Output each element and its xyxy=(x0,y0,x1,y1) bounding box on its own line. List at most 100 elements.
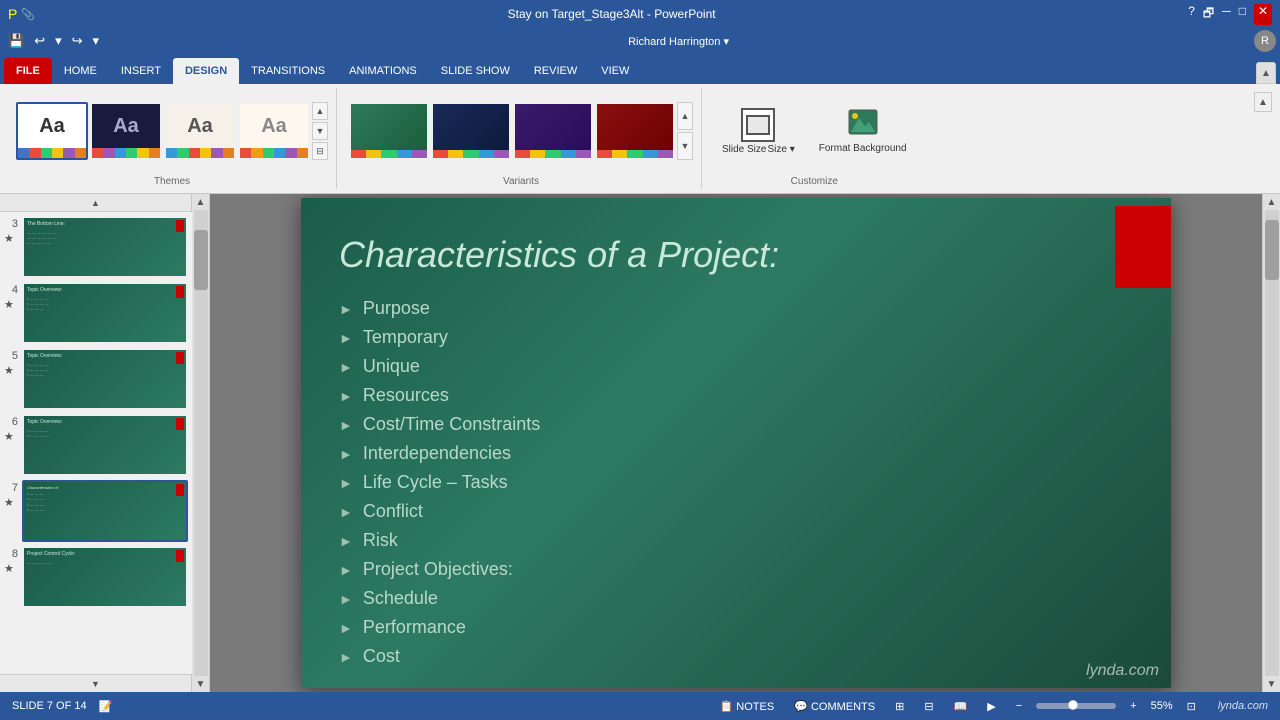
bullet-cost-time[interactable]: ► Cost/Time Constraints xyxy=(339,414,540,435)
close-button[interactable]: ✕ xyxy=(1254,4,1272,25)
tab-slideshow[interactable]: SLIDE SHOW xyxy=(429,58,522,84)
slide-thumb-5[interactable]: Topic Overview: • — — — — • — — — — • — … xyxy=(22,348,188,410)
right-scroll-up[interactable]: ▲ xyxy=(1264,194,1280,210)
bullet-unique[interactable]: ► Unique xyxy=(339,356,540,377)
theme-scroll-up[interactable]: ▲ xyxy=(312,102,328,120)
variant-4[interactable] xyxy=(595,102,675,160)
status-right: 📋 NOTES 💬 COMMENTS ⊞ ⊟ 📖 ▶ − + 55% ⊡ lyn… xyxy=(714,698,1268,715)
tab-file[interactable]: FILE xyxy=(4,58,52,84)
canvas-area: Characteristics of a Project: ► Purpose … xyxy=(210,194,1262,692)
slide-item-6[interactable]: 6 ★ Topic Overview: • — — — — • — — — — xyxy=(4,414,188,476)
lynda-status-logo: lynda.com xyxy=(1218,700,1268,712)
theme-scroll-down[interactable]: ▼ xyxy=(312,122,328,140)
scroll-thumb-right[interactable] xyxy=(1265,220,1279,280)
bullet-arrow-5: ► xyxy=(339,417,353,433)
tab-insert[interactable]: INSERT xyxy=(109,58,173,84)
theme-scroll-more[interactable]: ⊟ xyxy=(312,142,328,160)
scroll-up-arrow[interactable]: ▲ xyxy=(193,194,209,210)
zoom-slider[interactable] xyxy=(1036,703,1116,709)
bullet-purpose[interactable]: ► Purpose xyxy=(339,298,540,319)
canvas-scroll-left[interactable]: ▲ ▼ xyxy=(192,194,210,692)
slide-thumb-6[interactable]: Topic Overview: • — — — — • — — — — xyxy=(22,414,188,476)
scroll-track-right[interactable] xyxy=(1265,210,1279,676)
scroll-track-left[interactable] xyxy=(194,210,208,676)
scroll-thumb-left[interactable] xyxy=(194,230,208,290)
view-presentation-button[interactable]: ▶ xyxy=(981,698,1001,715)
bullet-project-objectives[interactable]: ► Project Objectives: xyxy=(339,559,540,580)
slide-thumb-7[interactable]: Characteristics of • — — — • — — — • — —… xyxy=(22,480,188,542)
scroll-down-arrow[interactable]: ▼ xyxy=(193,676,209,692)
slide-title[interactable]: Characteristics of a Project: xyxy=(339,234,779,276)
bullet-arrow-13: ► xyxy=(339,649,353,665)
slide-item-4[interactable]: 4 ★ Topic Overview: • — — — — • — — — — … xyxy=(4,282,188,344)
view-reading-button[interactable]: 📖 xyxy=(948,698,974,715)
bullet-arrow-1: ► xyxy=(339,301,353,317)
slide-canvas[interactable]: Characteristics of a Project: ► Purpose … xyxy=(301,198,1171,688)
tab-design[interactable]: DESIGN xyxy=(173,58,239,84)
slide-item-8[interactable]: 8 ★ Project Control Cycle: — — — — — xyxy=(4,546,188,608)
theme-3[interactable]: Aa xyxy=(164,102,236,160)
window-title: Stay on Target_Stage3Alt - PowerPoint xyxy=(35,7,1188,21)
right-scroll-down[interactable]: ▼ xyxy=(1264,676,1280,692)
maximize-button[interactable]: □ xyxy=(1239,4,1246,25)
tab-view[interactable]: VIEW xyxy=(589,58,641,84)
notes-icon: 📋 xyxy=(720,701,734,713)
bullet-conflict[interactable]: ► Conflict xyxy=(339,501,540,522)
view-slide-sorter-button[interactable]: ⊟ xyxy=(918,698,939,715)
tab-review[interactable]: REVIEW xyxy=(522,58,589,84)
variant-scroll-up[interactable]: ▲ xyxy=(677,102,693,130)
bullet-performance[interactable]: ► Performance xyxy=(339,617,540,638)
bullet-arrow-4: ► xyxy=(339,388,353,404)
minimize-button[interactable]: ─ xyxy=(1222,4,1231,25)
slide-size-button[interactable]: Slide Size Size ▾ xyxy=(714,104,803,159)
tab-animations[interactable]: ANIMATIONS xyxy=(337,58,429,84)
zoom-out-button[interactable]: − xyxy=(1010,698,1028,714)
qa-more-button[interactable]: ▾ xyxy=(89,31,104,51)
title-bar: P 📎 Stay on Target_Stage3Alt - PowerPoin… xyxy=(0,0,1280,28)
app-icon: P 📎 xyxy=(8,6,35,22)
slide-thumb-3[interactable]: The Bottom Line: — — — — — — — — — — — —… xyxy=(22,216,188,278)
fit-window-button[interactable]: ⊡ xyxy=(1181,698,1202,715)
zoom-in-button[interactable]: + xyxy=(1124,698,1142,714)
undo-arrow[interactable]: ▾ xyxy=(51,31,66,51)
ribbon-collapse-button[interactable]: ▲ xyxy=(1256,62,1276,84)
slide-thumb-8[interactable]: Project Control Cycle: — — — — — xyxy=(22,546,188,608)
bullet-risk[interactable]: ► Risk xyxy=(339,530,540,551)
slide-panel-scroll-down[interactable]: ▼ xyxy=(0,674,191,692)
comments-button[interactable]: 💬 COMMENTS xyxy=(788,698,881,715)
bullet-arrow-3: ► xyxy=(339,359,353,375)
undo-button[interactable]: ↩ xyxy=(30,31,49,51)
theme-2[interactable]: Aa xyxy=(90,102,162,160)
slide-panel-scroll-up[interactable]: ▲ xyxy=(0,194,191,212)
variant-3[interactable] xyxy=(513,102,593,160)
slide-thumb-4[interactable]: Topic Overview: • — — — — • — — — — • — … xyxy=(22,282,188,344)
format-background-button[interactable]: Format Background xyxy=(811,103,915,159)
view-normal-button[interactable]: ⊞ xyxy=(889,698,910,715)
theme-1[interactable]: Aa xyxy=(16,102,88,160)
tab-home[interactable]: HOME xyxy=(52,58,109,84)
redo-button[interactable]: ↪ xyxy=(68,31,87,51)
help-button[interactable]: ? xyxy=(1188,4,1195,25)
slide-star-3: ★ xyxy=(4,232,14,245)
variant-2[interactable] xyxy=(431,102,511,160)
restore-button[interactable]: 🗗 xyxy=(1203,4,1214,25)
theme-4[interactable]: Aa xyxy=(238,102,310,160)
slide-item-3[interactable]: 3 ★ The Bottom Line: — — — — — — — — — —… xyxy=(4,216,188,278)
bullet-interdependencies[interactable]: ► Interdependencies xyxy=(339,443,540,464)
bullet-cost[interactable]: ► Cost xyxy=(339,646,540,667)
variant-1[interactable] xyxy=(349,102,429,160)
save-button[interactable]: 💾 xyxy=(4,31,28,51)
bullet-temporary[interactable]: ► Temporary xyxy=(339,327,540,348)
variant-scroll[interactable]: ▲ ▼ xyxy=(677,102,693,160)
variant-scroll-down[interactable]: ▼ xyxy=(677,132,693,160)
bullet-schedule[interactable]: ► Schedule xyxy=(339,588,540,609)
canvas-scroll-right[interactable]: ▲ ▼ xyxy=(1262,194,1280,692)
bullet-lifecycle[interactable]: ► Life Cycle – Tasks xyxy=(339,472,540,493)
ribbon-section-collapse[interactable]: ▲ xyxy=(1254,92,1272,112)
slide-item-7[interactable]: 7 ★ Characteristics of • — — — • — — — •… xyxy=(4,480,188,542)
theme-scroll[interactable]: ▲ ▼ ⊟ xyxy=(312,102,328,160)
bullet-resources[interactable]: ► Resources xyxy=(339,385,540,406)
slide-item-5[interactable]: 5 ★ Topic Overview: • — — — — • — — — — … xyxy=(4,348,188,410)
notes-button[interactable]: 📋 NOTES xyxy=(714,698,781,715)
tab-transitions[interactable]: TRANSITIONS xyxy=(239,58,337,84)
